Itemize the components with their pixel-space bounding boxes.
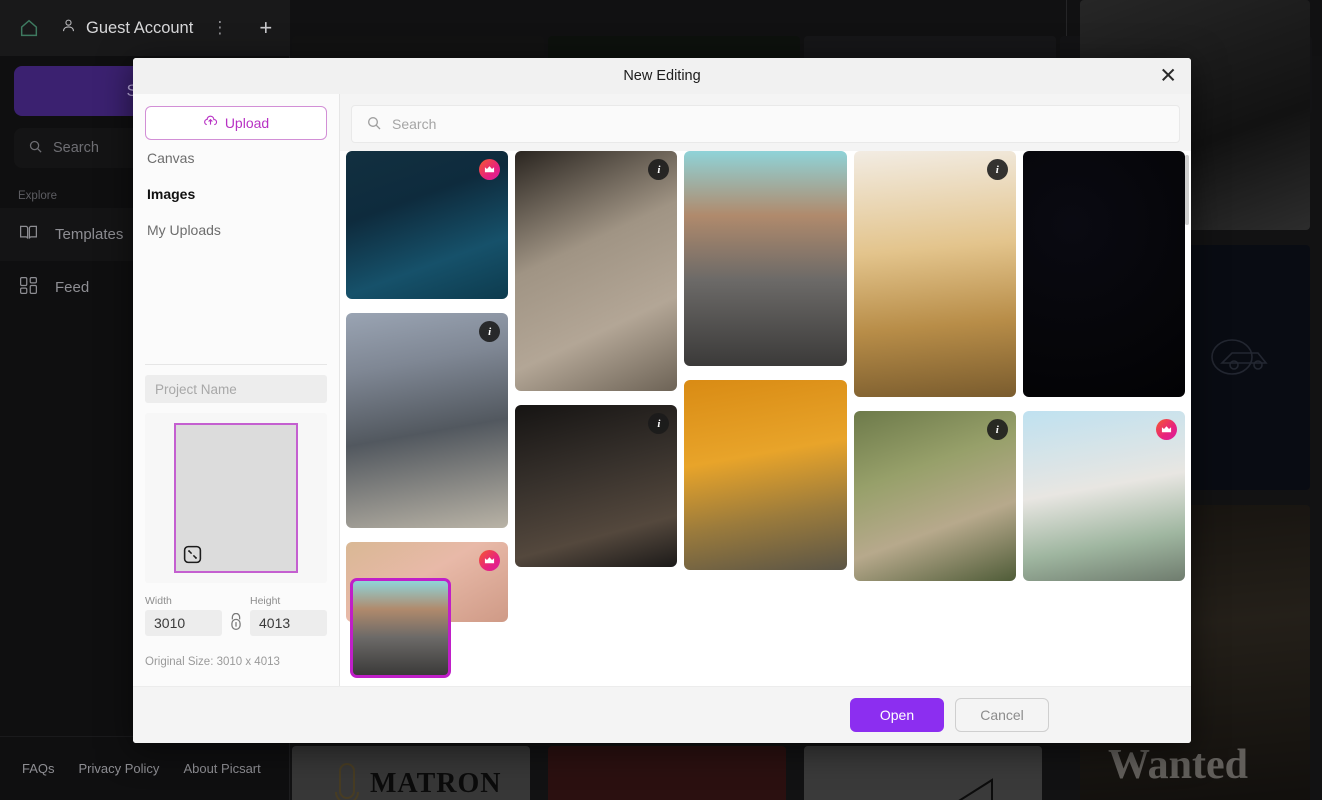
project-name-placeholder: Project Name (155, 381, 237, 397)
canvas-preview (145, 413, 327, 583)
info-icon[interactable]: i (479, 321, 501, 342)
app-root: Guest Account ⋮ + Subscribe Contact Us (0, 0, 1322, 800)
background-template-trumpet[interactable] (804, 746, 1042, 800)
image-grid-column: ii (853, 151, 1016, 588)
modal-title: New Editing (623, 68, 701, 84)
background-template-red[interactable] (548, 746, 786, 800)
image-card-autumn-tree-lined-road[interactable] (684, 380, 847, 570)
info-icon[interactable]: i (986, 159, 1008, 180)
original-size-label: Original Size: 3010 x 4013 (145, 656, 280, 668)
modal-search-placeholder: Search (392, 116, 437, 132)
crown-icon[interactable] (479, 159, 501, 180)
upload-label: Upload (224, 115, 270, 131)
modal-footer: Open Cancel (133, 686, 1191, 743)
upload-button[interactable]: Upload (145, 106, 327, 140)
modal-search-input[interactable]: Search (351, 105, 1180, 143)
image-grid-scroll-area[interactable]: iiiii (340, 151, 1191, 686)
search-icon (28, 139, 43, 158)
sidebar-footer-links: FAQs Privacy Policy About Picsart (0, 736, 290, 800)
modal-body: Upload Canvas Images My Uploads Project … (133, 94, 1191, 686)
cancel-button[interactable]: Cancel (955, 698, 1049, 732)
home-icon[interactable] (8, 7, 50, 49)
modal-header: New Editing ✕ (133, 58, 1191, 94)
image-grid-column (1022, 151, 1186, 588)
grid-icon (18, 275, 39, 300)
topbar-left-group: Guest Account ⋮ + (0, 0, 290, 56)
canvas-preview-frame[interactable] (174, 423, 298, 573)
project-name-input[interactable]: Project Name (145, 375, 327, 403)
crown-icon[interactable] (1156, 419, 1178, 440)
info-icon[interactable]: i (648, 159, 670, 180)
new-editing-modal: New Editing ✕ Upload Canvas Images My Up… (133, 58, 1191, 743)
width-input[interactable] (145, 610, 222, 636)
image-card-photo-wall-collage[interactable]: i (346, 313, 509, 528)
image-card-night-sky-stars[interactable] (1022, 151, 1186, 397)
divider (145, 364, 327, 365)
upload-cloud-icon (203, 114, 218, 132)
image-grid-column: ii (515, 151, 678, 574)
height-group: Height (250, 595, 327, 636)
height-input[interactable] (250, 610, 327, 636)
height-label: Height (250, 595, 281, 607)
image-card-man-by-concrete-wall[interactable]: i (515, 151, 678, 391)
image-card-empty-city-street[interactable] (684, 151, 847, 366)
image-grid-column (684, 151, 847, 577)
search-icon (366, 115, 382, 134)
footer-link-faqs[interactable]: FAQs (22, 761, 55, 776)
image-card-woman-smiling-outdoors[interactable] (1022, 411, 1186, 581)
modal-right-panel: Search iiiii (340, 94, 1191, 686)
scrollbar-thumb[interactable] (1185, 155, 1189, 225)
sidebar-search-placeholder: Search (53, 140, 99, 156)
crown-icon[interactable] (479, 550, 501, 571)
pane-item-canvas[interactable]: Canvas (145, 140, 327, 176)
pane-item-my-uploads[interactable]: My Uploads (145, 212, 327, 248)
sidebar-item-label: Templates (55, 226, 124, 243)
link-ratio-icon[interactable] (227, 610, 245, 636)
image-grid: iiiii (346, 151, 1186, 629)
book-icon (18, 222, 39, 247)
image-grid-column: i (346, 151, 509, 629)
person-icon (60, 17, 77, 39)
info-icon[interactable]: i (648, 413, 670, 434)
image-card-chicago-theatre-night[interactable]: i (515, 405, 678, 567)
footer-link-privacy-policy[interactable]: Privacy Policy (79, 761, 160, 776)
dimension-controls: Width Height (145, 595, 327, 636)
account-kebab-menu[interactable]: ⋮ (203, 18, 237, 38)
wanted-label: Wanted (1108, 742, 1249, 788)
account-label: Guest Account (86, 18, 194, 37)
close-icon[interactable]: ✕ (1159, 66, 1177, 87)
new-tab-button[interactable]: + (247, 15, 284, 41)
footer-link-about-picsart[interactable]: About Picsart (183, 761, 260, 776)
sidebar-item-label: Feed (55, 279, 90, 296)
pane-item-images[interactable]: Images (145, 176, 327, 212)
width-group: Width (145, 595, 222, 636)
background-template-matron[interactable]: MATRON 4EVR TUNES (292, 746, 530, 800)
image-card-woman-in-field-sunset[interactable]: i (853, 151, 1016, 397)
resize-corners-icon[interactable] (182, 544, 203, 565)
info-icon[interactable]: i (986, 419, 1008, 440)
image-card-clouds-over-sea[interactable] (346, 151, 509, 299)
pane-spacer (145, 248, 327, 356)
account-menu[interactable]: Guest Account (60, 17, 193, 39)
image-card-hand-holding-hammer[interactable]: i (853, 411, 1016, 581)
open-button[interactable]: Open (850, 698, 944, 732)
width-label: Width (145, 595, 172, 607)
search-bar-wrapper: Search (340, 94, 1191, 151)
selected-thumbnail[interactable] (350, 578, 451, 678)
modal-left-panel: Upload Canvas Images My Uploads Project … (133, 94, 340, 686)
